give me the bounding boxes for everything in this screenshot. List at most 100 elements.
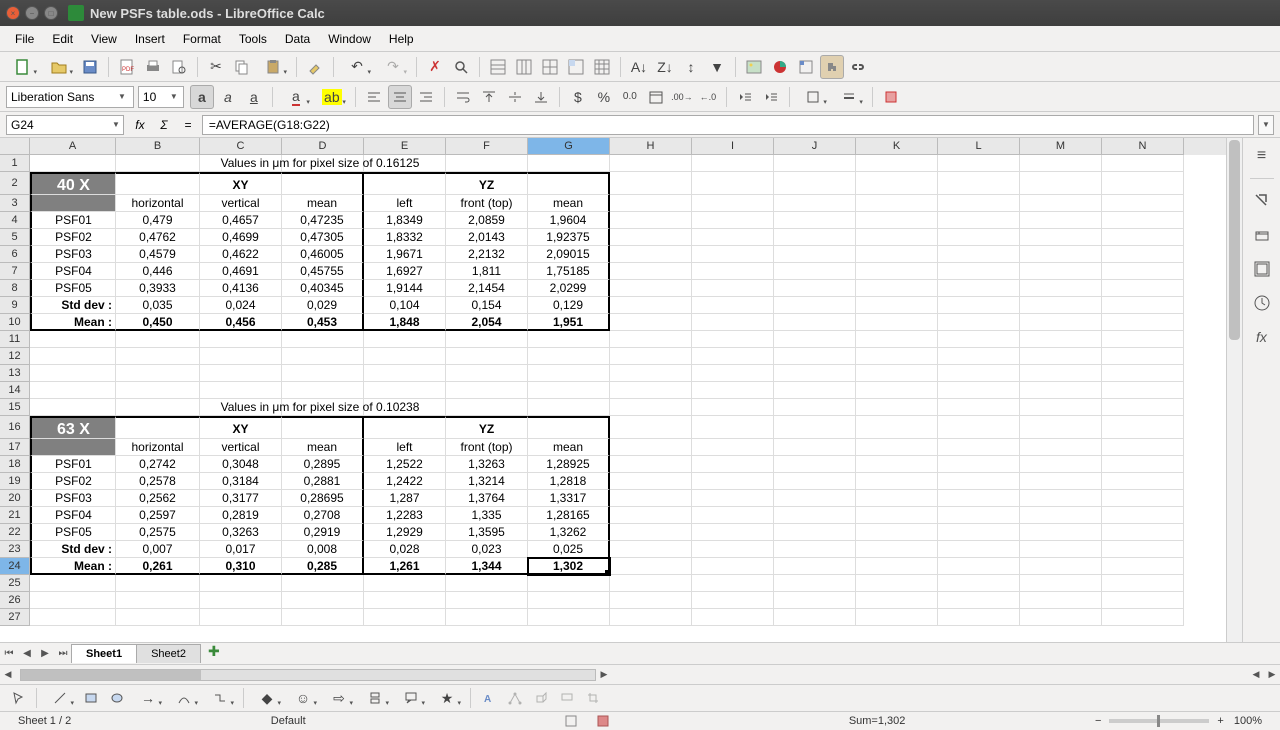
cell[interactable]	[856, 439, 938, 456]
cell[interactable]	[200, 592, 282, 609]
menu-format[interactable]: Format	[174, 29, 230, 49]
cell[interactable]	[1020, 155, 1102, 172]
cell[interactable]	[1102, 314, 1184, 331]
cut-button[interactable]: ✂	[204, 55, 228, 79]
curve-tool-icon[interactable]	[167, 686, 201, 710]
points-icon[interactable]	[503, 686, 527, 710]
cell[interactable]: 1,9671	[364, 246, 446, 263]
cell[interactable]: 1,92375	[528, 229, 610, 246]
cell[interactable]	[692, 348, 774, 365]
cell[interactable]: Mean :	[30, 558, 116, 575]
cell[interactable]	[610, 524, 692, 541]
cell[interactable]: 0,450	[116, 314, 200, 331]
cell[interactable]: 0,2597	[116, 507, 200, 524]
row-header-19[interactable]: 19	[0, 473, 30, 490]
cell[interactable]	[774, 456, 856, 473]
cell[interactable]	[528, 399, 610, 416]
navigator-icon[interactable]	[1250, 291, 1274, 315]
cell[interactable]	[528, 172, 610, 195]
cell[interactable]	[774, 439, 856, 456]
cell[interactable]	[30, 592, 116, 609]
stars-icon[interactable]: ★	[430, 686, 464, 710]
row-header-3[interactable]: 3	[0, 195, 30, 212]
cell[interactable]	[692, 490, 774, 507]
cell[interactable]	[1020, 365, 1102, 382]
align-vcenter-button[interactable]	[503, 85, 527, 109]
cell[interactable]: 0,4691	[200, 263, 282, 280]
cell[interactable]	[774, 331, 856, 348]
cell[interactable]: Std dev :	[30, 541, 116, 558]
cell[interactable]	[938, 172, 1020, 195]
row-header-12[interactable]: 12	[0, 348, 30, 365]
cell[interactable]: 0,4657	[200, 212, 282, 229]
cell[interactable]: vertical	[200, 439, 282, 456]
cell[interactable]	[856, 558, 938, 575]
cell[interactable]	[692, 331, 774, 348]
print-preview-button[interactable]	[167, 55, 191, 79]
rect-tool-icon[interactable]	[79, 686, 103, 710]
cell[interactable]	[774, 155, 856, 172]
cell[interactable]	[1102, 297, 1184, 314]
cell[interactable]	[610, 263, 692, 280]
cell[interactable]	[938, 297, 1020, 314]
properties-icon[interactable]	[1250, 189, 1274, 213]
cell[interactable]	[938, 524, 1020, 541]
add-decimal-button[interactable]: .00→	[670, 85, 694, 109]
menu-view[interactable]: View	[82, 29, 126, 49]
cell[interactable]	[774, 348, 856, 365]
cell[interactable]	[774, 229, 856, 246]
row-button[interactable]	[486, 55, 510, 79]
font-size-input[interactable]	[138, 86, 184, 108]
row-header-2[interactable]: 2	[0, 172, 30, 195]
cell[interactable]: 0,2895	[282, 456, 364, 473]
cell[interactable]: mean	[282, 195, 364, 212]
cell[interactable]	[116, 331, 200, 348]
hscroll-left-icon[interactable]: ◀	[0, 667, 16, 683]
wrap-button[interactable]	[451, 85, 475, 109]
cell[interactable]	[1020, 416, 1102, 439]
cell[interactable]: 1,2422	[364, 473, 446, 490]
cell[interactable]	[30, 382, 116, 399]
spellcheck-button[interactable]: ✗	[423, 55, 447, 79]
cell[interactable]	[1020, 490, 1102, 507]
cell[interactable]	[1020, 229, 1102, 246]
cell[interactable]: 0,479	[116, 212, 200, 229]
bold-button[interactable]: a	[190, 85, 214, 109]
cell[interactable]: XY	[200, 172, 282, 195]
cell[interactable]: 1,2522	[364, 456, 446, 473]
cell[interactable]: 1,9604	[528, 212, 610, 229]
italic-button[interactable]: a	[216, 85, 240, 109]
cell[interactable]	[282, 331, 364, 348]
cell[interactable]	[856, 280, 938, 297]
cell[interactable]	[610, 456, 692, 473]
cell[interactable]	[446, 575, 528, 592]
cell[interactable]	[1102, 456, 1184, 473]
cell[interactable]	[282, 155, 364, 172]
cell[interactable]: 1,2818	[528, 473, 610, 490]
col-header-J[interactable]: J	[774, 138, 856, 155]
cell[interactable]	[1020, 314, 1102, 331]
cell[interactable]: mean	[528, 439, 610, 456]
cell[interactable]	[692, 382, 774, 399]
spreadsheet-grid[interactable]: ABCDEFGHIJKLMN1240 XXYYZ3horizontalverti…	[0, 138, 1226, 626]
col-header-B[interactable]: B	[116, 138, 200, 155]
cell[interactable]	[856, 172, 938, 195]
cell[interactable]	[364, 331, 446, 348]
cell[interactable]: 1,8349	[364, 212, 446, 229]
cell[interactable]	[938, 592, 1020, 609]
cell[interactable]	[1102, 382, 1184, 399]
cell[interactable]: 0,310	[200, 558, 282, 575]
grid-button[interactable]	[590, 55, 614, 79]
status-selection-mode[interactable]	[555, 715, 587, 727]
col-header-E[interactable]: E	[364, 138, 446, 155]
cell[interactable]	[774, 473, 856, 490]
cell[interactable]	[1020, 558, 1102, 575]
cell[interactable]	[200, 348, 282, 365]
extension-button[interactable]	[820, 55, 844, 79]
row-header-14[interactable]: 14	[0, 382, 30, 399]
cell[interactable]: 1,75185	[528, 263, 610, 280]
cell[interactable]	[692, 172, 774, 195]
cell[interactable]	[856, 314, 938, 331]
menu-help[interactable]: Help	[380, 29, 423, 49]
block-arrows-icon[interactable]: ⇨	[322, 686, 356, 710]
